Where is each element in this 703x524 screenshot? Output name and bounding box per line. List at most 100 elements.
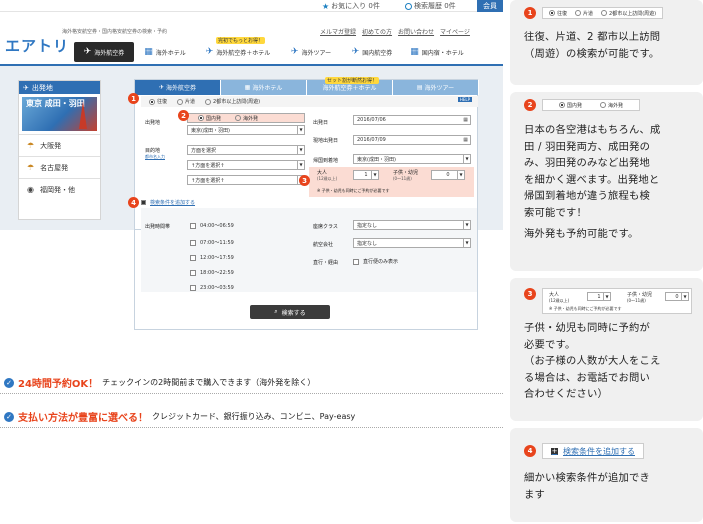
trip-round[interactable]: 往復 [149,98,167,105]
checkbox-icon [190,284,196,291]
newsletter-link[interactable]: メルマガ登録 [320,27,356,36]
note-1-text: 往復、片道、2 都市以上訪問 （周遊）の検索が可能です。 [524,29,660,62]
nav-flight-hotel[interactable]: 完初でもっとお得！ ✈ 海外航空券＋ホテル [196,37,280,62]
search-icon: ⌕ [274,308,278,315]
note-2: 2 国内発 海外発 日本の各空港はもちろん、成 田 / 羽田発両方、成田発の み… [510,92,703,271]
sidebar-item-nagoya[interactable]: ☂ 名古屋発 [19,156,100,178]
origin-type-row: 国内発 海外発 [187,113,305,123]
search-form: ✈ 海外航空券 ▦ 海外ホテル セット割が断然お得！ 海外航空券＋ホテル ▤ 海外ツアー… [134,77,479,230]
adult-count-select[interactable]: 1 ▼ [353,170,379,180]
radio-icon [549,10,555,16]
chevron-down-icon: ▼ [463,155,470,163]
trip-oneway[interactable]: 片道 [177,98,195,105]
nav-highlight-badge: 完初でもっとお得！ [216,37,266,44]
note-number-badge: 3 [524,288,536,300]
child-count-select[interactable]: 0 ▼ [431,170,465,180]
return-select[interactable]: 東京(成田・羽田) ▼ [353,154,471,164]
first-time-link[interactable]: 初めての方 [362,27,392,36]
tour-icon: ▤ [416,84,423,91]
radio-icon [198,115,204,121]
hotel-icon: ▦ [144,47,153,57]
member-button[interactable]: 会員 [477,0,503,12]
checkbox-icon [190,222,196,229]
tokyo-banner[interactable]: 東京 成田・羽田 [22,97,97,131]
return-label: 帰国到着地 [313,158,339,164]
main-nav: ✈ 海外航空券 ▦ 海外ホテル 完初でもっとお得！ ✈ 海外航空券＋ホテル ✈ 海外ツアー… [74,37,471,62]
tab-flight-hotel[interactable]: セット割が断然お得！ 海外航空券＋ホテル [307,77,393,95]
origin-overseas[interactable]: 海外発 [235,115,258,122]
note-line: ます [524,488,545,501]
nav-overseas-flights[interactable]: ✈ 海外航空券 [74,42,134,62]
marker-1: 1 [128,93,139,104]
search-button[interactable]: ⌕ 検索する [250,305,330,319]
note-number-badge: 2 [524,99,536,111]
note-line: 子供・幼児も同時に予約が [524,322,650,334]
chevron-down-icon: ▼ [297,161,304,169]
note-line: 合わせください） [524,388,608,400]
city-input-link[interactable]: 都市名入力 [145,154,165,160]
mini-radio-domestic: 国内発 [559,102,582,109]
note-line: （周遊）の検索が可能です。 [524,47,660,60]
tab-overseas-flights[interactable]: ✈ 海外航空券 [135,80,221,95]
destination-select-2[interactable]: ↑方面を選択↑ ▼ [187,160,305,170]
hotel-icon: ▦ [244,84,251,91]
destination-select-3[interactable]: ↑方面を選択↑▼ [187,175,305,185]
sidebar-item-fukuoka[interactable]: ◉ 福岡発・他 [19,178,100,200]
departure-label: 出発地 [145,120,161,126]
site-logo[interactable]: エアトリ [5,35,69,56]
note-line: 必要です。 [524,338,576,351]
add-conditions-link[interactable]: 検索条件を追加する [141,199,195,206]
destination-label: 目的地 都市名入力 [145,148,165,160]
favorites-link[interactable]: ★ お気に入り 0件 [322,1,380,11]
banner-text: 東京 成田・羽田 [26,99,85,108]
chevron-down-icon: ▼ [681,293,688,300]
depart-date-input[interactable]: 2016/07/06 ▦ [353,115,471,125]
time-option-5[interactable]: 23:00〜03:59 [190,284,234,291]
class-select[interactable]: 指定なし ▼ [353,220,471,230]
tour-icon: ✈ [290,47,299,57]
sidebar-title: ✈ 出発地 [19,81,100,94]
nav-overseas-hotels[interactable]: ▦ 海外ホテル [135,42,195,62]
help-button[interactable]: HELP [457,97,472,102]
note-line: 往復、片道、2 都市以上訪問 [524,31,661,43]
trip-type-row: 往復 片道 2都市以上訪問(周遊) HELP [141,96,478,107]
calendar-icon: ▦ [463,137,468,143]
plus-box-icon [141,200,146,205]
time-label: 出発時間帯 [145,224,171,230]
time-option-4[interactable]: 18:00〜22:59 [190,269,234,276]
note-4-text: 細かい検索条件が追加でき ます [524,470,650,503]
departure-select[interactable]: 東京(成田・羽田) ▼ [187,125,305,135]
checkbox-icon [190,239,196,246]
marker-3: 3 [299,175,310,186]
radio-icon [600,102,607,108]
adult-label: 大人 (12歳以上) [317,170,338,181]
time-option-2[interactable]: 07:00〜11:59 [190,239,234,246]
depart-date-label: 出発日 [313,120,329,126]
local-date-input[interactable]: 2016/07/09 ▦ [353,135,471,145]
mini-child-select: 0 ▼ [665,292,689,301]
sidebar-item-osaka[interactable]: ☂ 大阪発 [19,134,100,156]
note-number-badge: 1 [524,7,536,19]
plane-icon: ✈ [351,47,360,57]
direct-option[interactable]: 直行便のみ表示 [353,258,398,265]
note-line: み、羽田発のみなど出発地 [524,157,650,169]
nav-domestic-hotels[interactable]: ▦ 国内宿・ホテル [403,42,471,62]
time-option-1[interactable]: 04:00〜06:59 [190,222,234,229]
chevron-down-icon: ▼ [297,126,304,134]
contact-link[interactable]: お問い合わせ [398,27,434,36]
nav-overseas-tours[interactable]: ✈ 海外ツアー [281,42,341,62]
nav-domestic-flights[interactable]: ✈ 国内航空券 [342,42,402,62]
history-link[interactable]: 検索履歴 0件 [405,1,456,11]
marker-4: 4 [128,197,139,208]
tab-overseas-tours[interactable]: ▤ 海外ツアー [393,80,479,95]
trip-multicity[interactable]: 2都市以上訪問(周遊) [205,98,260,105]
destination-select-1[interactable]: 方面を選択 ▼ [187,145,305,155]
feature-payment: ✓ 支払い方法が豊富に選べる！ クレジットカード、銀行振り込み、コンビニ、Pay… [0,406,503,428]
site-screenshot: ★ お気に入り 0件 検索履歴 0件 会員 海外格安航空券・国内格安航空券の検索・… [0,0,503,230]
airline-select[interactable]: 指定なし ▼ [353,238,471,248]
mypage-link[interactable]: マイページ [440,27,470,36]
tab-overseas-hotels[interactable]: ▦ 海外ホテル [221,80,307,95]
origin-domestic[interactable]: 国内発 [198,115,221,122]
mini-radio-oneway: 片道 [575,10,593,17]
time-option-3[interactable]: 12:00〜17:59 [190,254,234,261]
